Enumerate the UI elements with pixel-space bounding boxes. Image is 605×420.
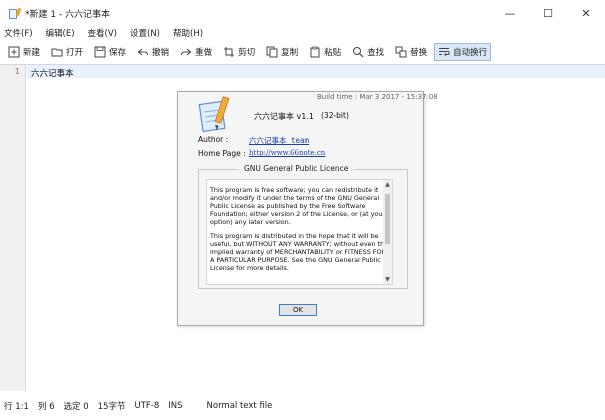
status-column: 列 6 (37, 402, 55, 412)
licence-paragraph-2: This program is distributed in the hope … (210, 232, 389, 272)
open-button-label: 打开 (66, 48, 84, 58)
paste-button-label: 粘贴 (324, 48, 342, 58)
new-button-label: 新建 (23, 48, 41, 58)
status-cursor-position: 行 1:1 (4, 402, 29, 412)
app-name-version: 六六记事本 v1.1 (254, 112, 314, 121)
editor-line-text[interactable]: 六六记事本 (31, 67, 74, 79)
notepad-logo-icon (198, 96, 232, 133)
close-button[interactable]: ✕ (567, 0, 605, 26)
cut-button[interactable]: 剪切 (219, 43, 259, 61)
title-bar: *新建 1 - 六六记事本 — ☐ ✕ (0, 0, 605, 26)
minimize-button[interactable]: — (491, 0, 529, 26)
line-number-gutter: 1 (0, 65, 26, 391)
menu-view[interactable]: 查看(V) (88, 27, 117, 39)
replace-button-label: 替换 (410, 48, 428, 58)
current-line-highlight (27, 65, 605, 78)
home-page-label: Home Page : (198, 149, 246, 158)
author-label: Author : (198, 135, 229, 144)
copy-icon (266, 46, 278, 58)
open-button[interactable]: 打开 (47, 43, 87, 61)
build-time: Build time : Mar 3 2017 - 15:37:08 (317, 93, 438, 101)
redo-button-label: 重做 (195, 48, 213, 58)
menu-settings[interactable]: 设置(N) (130, 27, 160, 39)
licence-title: GNU General Public Licence (239, 164, 354, 173)
ok-button[interactable]: OK (279, 304, 317, 316)
licence-paragraph-1: This program is free software; you can r… (210, 186, 385, 226)
search-icon (352, 46, 364, 58)
licence-group: GNU General Public Licence This program … (198, 164, 408, 289)
folder-open-icon (51, 46, 63, 58)
line-number: 1 (14, 67, 20, 76)
undo-button[interactable]: 撤销 (133, 43, 173, 61)
author-link[interactable]: 六六记事本 team (249, 135, 309, 146)
status-bar: 行 1:1 列 6 选定 0 15字节 UTF-8 INS Normal tex… (0, 392, 605, 420)
find-button[interactable]: 查找 (348, 43, 388, 61)
licence-scrollbar[interactable]: ▲ ▼ (383, 180, 392, 284)
scrollbar-thumb[interactable] (385, 194, 390, 244)
home-page-link[interactable]: http://www.66note.cn (249, 149, 325, 157)
undo-icon (137, 46, 149, 58)
about-dialog: Build time : Mar 3 2017 - 15:37:08 六六记事本… (177, 91, 438, 326)
scroll-up-arrow-icon[interactable]: ▲ (383, 180, 392, 189)
new-file-icon (8, 46, 20, 58)
menu-edit[interactable]: 编辑(E) (46, 27, 75, 39)
toolbar: 新建 打开 保存 撤销 重做 剪切 复制 粘贴 查找 替换 自动换行 (0, 42, 605, 62)
licence-text-area[interactable]: This program is free software; you can r… (206, 179, 393, 285)
status-encoding[interactable]: UTF-8 (134, 401, 159, 411)
menu-file[interactable]: 文件(F) (4, 27, 33, 39)
save-button-label: 保存 (109, 48, 127, 58)
crop-cut-icon (223, 46, 235, 58)
cut-button-label: 剪切 (238, 48, 256, 58)
save-icon (94, 46, 106, 58)
redo-icon (180, 46, 192, 58)
word-wrap-button[interactable]: 自动换行 (434, 43, 492, 61)
new-button[interactable]: 新建 (4, 43, 44, 61)
maximize-button[interactable]: ☐ (529, 0, 567, 26)
replace-icon (395, 46, 407, 58)
build-bitness: (32-bit) (321, 111, 349, 120)
scroll-down-arrow-icon[interactable]: ▼ (383, 275, 392, 284)
save-button[interactable]: 保存 (90, 43, 130, 61)
window-title: *新建 1 - 六六记事本 (25, 9, 111, 20)
paste-button[interactable]: 粘贴 (305, 43, 345, 61)
undo-button-label: 撤销 (152, 48, 170, 58)
find-button-label: 查找 (367, 48, 385, 58)
copy-button-label: 复制 (281, 48, 299, 58)
window-controls: — ☐ ✕ (491, 0, 605, 26)
status-insert-mode: INS (168, 401, 183, 411)
status-byte-count: 15字节 (97, 402, 126, 412)
paste-clipboard-icon (309, 46, 321, 58)
status-selection: 选定 0 (63, 402, 89, 412)
word-wrap-button-label: 自动换行 (453, 48, 488, 58)
menu-bar: 文件(F) 编辑(E) 查看(V) 设置(N) 帮助(H) (0, 26, 605, 40)
replace-button[interactable]: 替换 (391, 43, 431, 61)
redo-button[interactable]: 重做 (176, 43, 216, 61)
word-wrap-icon (438, 46, 450, 58)
copy-button[interactable]: 复制 (262, 43, 302, 61)
notepad-app-icon (9, 7, 22, 19)
menu-help[interactable]: 帮助(H) (173, 27, 203, 39)
status-file-type: Normal text file (206, 401, 273, 411)
